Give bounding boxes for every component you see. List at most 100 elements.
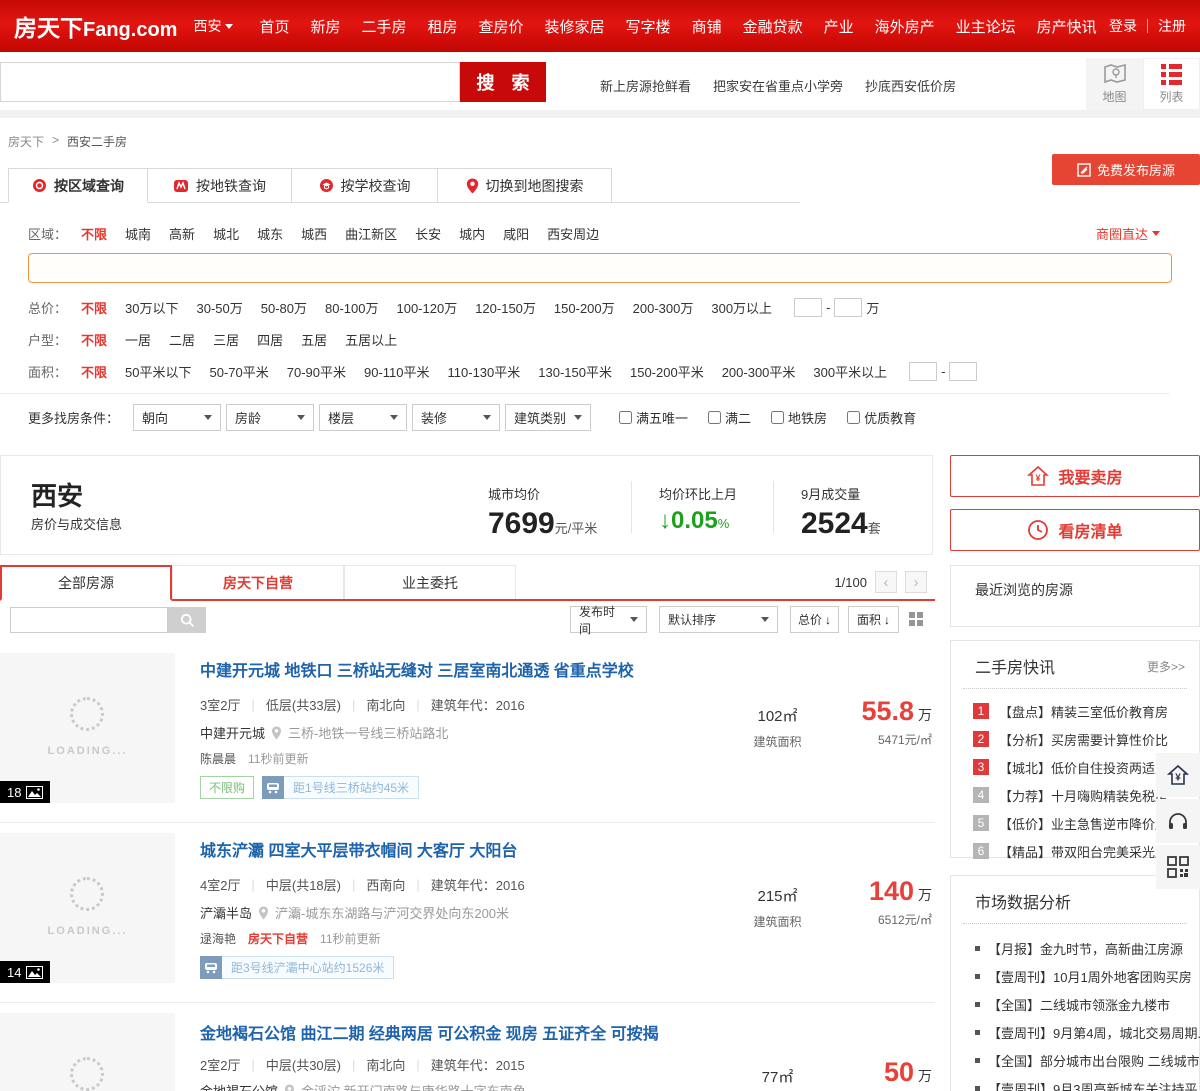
listing-title[interactable]: 金地褐石公馆 曲江二期 经典两居 可公积金 现房 五证齐全 可按揭 (200, 1020, 659, 1044)
area-option-unlimited[interactable]: 不限 (81, 362, 107, 381)
area-option[interactable]: 70-90平米 (287, 362, 346, 381)
price-option[interactable]: 30-50万 (197, 298, 243, 317)
price-option-unlimited[interactable]: 不限 (81, 298, 107, 317)
district-option[interactable]: 城东 (257, 224, 283, 243)
nav-item-overseas[interactable]: 海外房产 (875, 16, 935, 37)
market-item[interactable]: 【壹周刊】9月第4周，城北交易周期... (951, 1018, 1200, 1046)
metro-distance-tag[interactable]: 距3号线浐灞中心站约1526米 (200, 956, 395, 979)
sort-publish-time[interactable]: 发布时间 (570, 605, 647, 636)
layout-option[interactable]: 五居以上 (345, 330, 397, 349)
listing-photo[interactable]: LOADING... 14 (0, 833, 175, 983)
area-min-input[interactable] (909, 362, 938, 381)
district-option[interactable]: 城南 (125, 224, 151, 243)
area-option[interactable]: 90-110平米 (364, 362, 430, 381)
district-option[interactable]: 咸阳 (503, 224, 529, 243)
layout-option-unlimited[interactable]: 不限 (81, 330, 107, 349)
map-view-button[interactable]: 地图 (1086, 58, 1143, 110)
district-option[interactable]: 长安 (415, 224, 441, 243)
area-option[interactable]: 50-70平米 (210, 362, 269, 381)
market-item[interactable]: 【全国】二线城市领涨金九楼市 (951, 990, 1199, 1018)
tab-self-operated[interactable]: 房天下自营 (172, 565, 344, 599)
area-option[interactable]: 110-130平米 (448, 362, 521, 381)
nav-item-industry[interactable]: 产业 (824, 16, 854, 37)
market-item[interactable]: 【全国】部分城市出台限购 二线城市... (951, 1046, 1200, 1074)
price-option[interactable]: 300万以上 (711, 298, 772, 317)
nav-item-home[interactable]: 首页 (259, 16, 289, 37)
nav-item-newhouse[interactable]: 新房 (310, 16, 340, 37)
layout-option[interactable]: 三居 (213, 330, 239, 349)
district-option[interactable]: 曲江新区 (345, 224, 397, 243)
search-input[interactable] (0, 62, 460, 102)
decoration-select[interactable]: 装修 (412, 404, 501, 431)
district-option[interactable]: 城内 (459, 224, 485, 243)
nav-item-esf[interactable]: 二手房 (361, 16, 406, 37)
district-option[interactable]: 城西 (301, 224, 327, 243)
orientation-select[interactable]: 朝向 (133, 404, 222, 431)
checkbox-near-metro[interactable]: 地铁房 (771, 408, 827, 427)
promo-link-new[interactable]: 新上房源抢鲜看 (600, 76, 691, 95)
area-option[interactable]: 300平米以上 (813, 362, 887, 381)
layout-option[interactable]: 四居 (257, 330, 283, 349)
price-option[interactable]: 50-80万 (261, 298, 307, 317)
checkbox-two-years[interactable]: 满二 (708, 408, 751, 427)
checkbox[interactable] (771, 411, 785, 424)
district-option[interactable]: 高新 (169, 224, 195, 243)
community-link[interactable]: 中建开元城 (200, 723, 265, 742)
area-option[interactable]: 200-300平米 (722, 362, 796, 381)
publish-listing-button[interactable]: 免费发布房源 (1052, 154, 1200, 185)
checkbox-quality-education[interactable]: 优质教育 (847, 408, 916, 427)
search-button[interactable]: 搜 索 (460, 62, 546, 102)
community-link[interactable]: 浐灞半岛 (200, 903, 252, 922)
keyword-filter-button[interactable] (168, 607, 206, 633)
float-sell-house-button[interactable]: ¥ (1156, 753, 1200, 797)
tab-all-listings[interactable]: 全部房源 (0, 565, 172, 601)
market-item[interactable]: 【壹周刊】10月1周外地客团购买房 (951, 962, 1199, 990)
list-view-button[interactable]: 列表 (1143, 58, 1200, 110)
business-area-link[interactable]: 商圈直达 (1096, 224, 1161, 243)
price-min-input[interactable] (794, 298, 823, 317)
nav-item-shop[interactable]: 商铺 (692, 16, 722, 37)
sell-house-button[interactable]: ¥ 我要卖房 (950, 455, 1200, 497)
promo-link-school[interactable]: 把家安在省重点小学旁 (713, 76, 843, 95)
nav-item-news[interactable]: 房产快讯 (1037, 16, 1097, 37)
float-qr-code-button[interactable] (1156, 845, 1200, 889)
tab-search-by-school[interactable]: 按学校查询 (292, 168, 438, 203)
tab-search-by-metro[interactable]: 按地铁查询 (148, 168, 292, 203)
price-option[interactable]: 80-100万 (325, 298, 378, 317)
login-link[interactable]: 登录 (1109, 16, 1137, 36)
listing-photo[interactable]: LOADING... 18 (0, 653, 175, 803)
nav-item-home-deco[interactable]: 装修家居 (545, 16, 605, 37)
checkbox[interactable] (708, 411, 722, 424)
district-option[interactable]: 西安周边 (547, 224, 599, 243)
listing-title[interactable]: 城东浐灞 四室大平层带衣帽间 大客厅 大阳台 (200, 837, 517, 861)
nav-item-price[interactable]: 查房价 (479, 16, 524, 37)
floor-select[interactable]: 楼层 (319, 404, 408, 431)
layout-option[interactable]: 五居 (301, 330, 327, 349)
sort-area[interactable]: 面积 ↓ (848, 606, 899, 633)
site-logo[interactable]: 房天下Fang.com (14, 9, 177, 43)
float-customer-service-button[interactable] (1156, 799, 1200, 843)
price-option[interactable]: 150-200万 (554, 298, 615, 317)
tab-owner-entrusted[interactable]: 业主委托 (344, 565, 516, 599)
district-option-unlimited[interactable]: 不限 (81, 224, 107, 243)
area-max-input[interactable] (949, 362, 978, 381)
district-option[interactable]: 城北 (213, 224, 239, 243)
market-item[interactable]: 【壹周刊】9月3周高新城东关注持平 (951, 1074, 1199, 1091)
prev-page-button[interactable]: ‹ (875, 571, 897, 593)
area-option[interactable]: 50平米以下 (125, 362, 191, 381)
nav-item-bbs[interactable]: 业主论坛 (956, 16, 1016, 37)
price-option[interactable]: 30万以下 (125, 298, 178, 317)
news-item[interactable]: 2 【分析】买房需要计算性价比 (951, 725, 1199, 753)
breadcrumb-home[interactable]: 房天下 (8, 133, 44, 150)
price-option[interactable]: 120-150万 (475, 298, 536, 317)
price-option[interactable]: 100-120万 (396, 298, 457, 317)
sort-default-order[interactable]: 默认排序 (659, 606, 778, 633)
nav-item-rent[interactable]: 租房 (428, 16, 458, 37)
listing-photo[interactable]: LOADING... (0, 1013, 175, 1091)
news-more-link[interactable]: 更多>> (1147, 658, 1185, 675)
promo-link-lowprice[interactable]: 抄底西安低价房 (865, 76, 956, 95)
checkbox-five-years-unique[interactable]: 满五唯一 (619, 408, 688, 427)
watch-list-button[interactable]: 看房清单 (950, 509, 1200, 551)
grid-view-icon[interactable] (909, 612, 924, 627)
building-age-select[interactable]: 房龄 (226, 404, 315, 431)
